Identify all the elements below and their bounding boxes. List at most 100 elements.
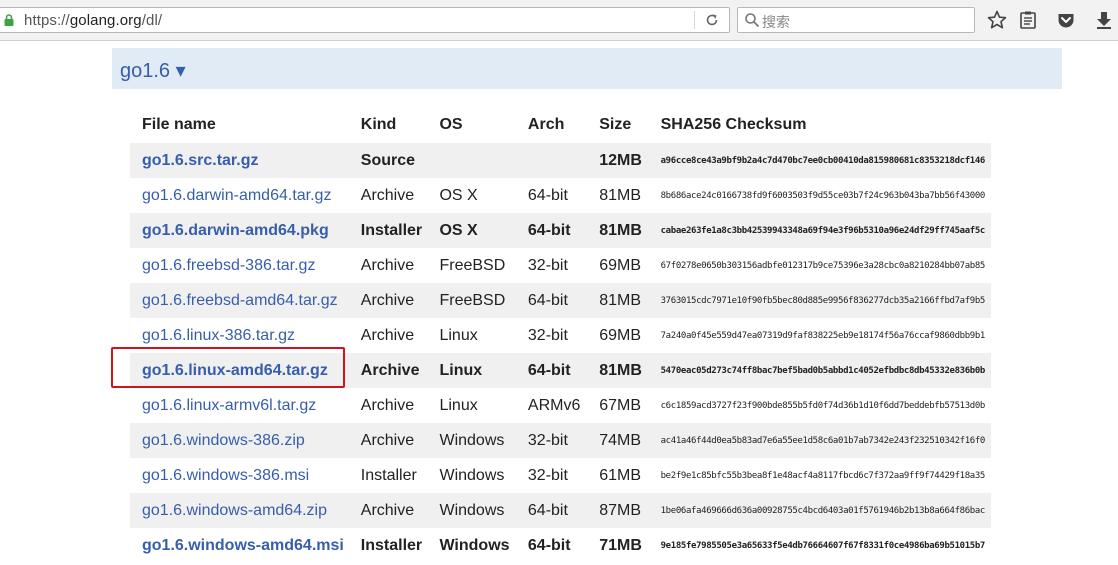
lock-icon — [4, 14, 14, 26]
arch-cell: 32-bit — [515, 423, 588, 458]
size-cell: 81MB — [587, 283, 649, 318]
kind-cell: Source — [348, 143, 428, 178]
os-cell: Linux — [427, 353, 516, 388]
arch-cell: 32-bit — [527, 256, 568, 274]
url-host: golang.org — [69, 12, 142, 29]
file-link[interactable]: go1.6.windows-amd64.msi — [130, 528, 349, 563]
os-cell: Linux — [439, 396, 478, 414]
checksum-cell: 9e185fe7985505e3a65633f5e4db76664607f67f… — [660, 540, 986, 551]
table-header-row: File name Kind OS Arch Size SHA256 Check… — [130, 107, 991, 143]
arch-cell: 32-bit — [527, 326, 568, 344]
pocket-icon[interactable] — [1055, 9, 1077, 31]
arch-cell: 64-bit — [527, 186, 568, 204]
kind-cell: Archive — [348, 493, 428, 528]
checksum-cell: 3763015cdc7971e10f90fb5bec80d885e9956f83… — [648, 283, 991, 318]
size-cell: 67MB — [599, 396, 642, 414]
reading-list-icon[interactable] — [1017, 9, 1039, 31]
file-link[interactable]: go1.6.darwin-amd64.pkg — [130, 213, 349, 248]
kind-cell: Archive — [348, 423, 428, 458]
file-link[interactable]: go1.6.windows-386.zip — [130, 423, 349, 458]
file-link[interactable]: go1.6.darwin-amd64.tar.gz — [130, 178, 349, 213]
downloads-table: File name Kind OS Arch Size SHA256 Check… — [130, 107, 991, 563]
table-row: go1.6.freebsd-amd64.tar.gz Archive FreeBSD… — [130, 283, 991, 318]
kind-cell: Installer — [360, 536, 423, 554]
header-kind: Kind — [360, 116, 397, 133]
browser-toolbar: https://golang.org/dl/ 搜索 — [0, 0, 1118, 41]
size-cell: 69MB — [599, 326, 642, 344]
header-size: Size — [599, 116, 632, 133]
release-header[interactable]: go1.6 ▾ — [112, 48, 1062, 89]
size-cell: 81MB — [587, 213, 649, 248]
arch-cell: 64-bit — [515, 353, 588, 388]
os-cell: Windows — [439, 466, 505, 484]
size-cell: 12MB — [587, 143, 649, 178]
size-cell: 74MB — [587, 423, 649, 458]
arch-cell: 32-bit — [527, 466, 568, 484]
arch-cell: ARMv6 — [527, 396, 581, 414]
size-cell: 71MB — [599, 536, 642, 554]
os-cell: FreeBSD — [439, 256, 506, 274]
os-cell: Linux — [439, 326, 478, 344]
size-cell: 61MB — [599, 466, 642, 484]
search-icon — [745, 13, 760, 28]
os-cell: OS X — [427, 213, 516, 248]
os-cell: Windows — [439, 536, 510, 554]
header-file-name: File name — [142, 116, 216, 133]
checksum-cell: 67f0278e0650b303156adbfe012317b9ce75396e… — [660, 260, 986, 271]
kind-cell: Archive — [360, 186, 415, 204]
table-row: go1.6.freebsd-386.tar.gz Archive FreeBSD 32… — [130, 248, 991, 283]
os-cell — [427, 143, 516, 178]
checksum-cell: 8b686ace24c0166738fd9f6003503f9d55ce03b7… — [660, 190, 986, 201]
file-link[interactable]: go1.6.windows-amd64.zip — [130, 493, 349, 528]
kind-cell: Installer — [348, 213, 428, 248]
checksum-cell: a96cce8ce43a9bf9b2a4c7d470bc7ee0cb00410d… — [648, 143, 991, 178]
bookmark-star-icon[interactable] — [986, 9, 1008, 31]
url-path: /dl/ — [141, 12, 163, 29]
table-row: go1.6.linux-armv6l.tar.gz Archive Linux ARM… — [130, 388, 991, 423]
search-placeholder: 搜索 — [762, 14, 790, 30]
highlight-box — [111, 347, 345, 388]
table-row: go1.6.src.tar.gz Source 12MB a96cce8ce43a9b… — [130, 143, 991, 178]
checksum-cell: cabae263fe1a8c3bb42539943348a69f94e3f96b… — [648, 213, 991, 248]
download-icon[interactable] — [1093, 9, 1115, 31]
file-link[interactable]: go1.6.freebsd-386.tar.gz — [130, 248, 349, 283]
size-cell: 87MB — [587, 493, 649, 528]
os-cell: OS X — [439, 186, 478, 204]
arch-cell: 64-bit — [515, 213, 588, 248]
header-arch: Arch — [527, 116, 565, 133]
checksum-cell: 7a240a0f45e559d47ea07319d9faf838225eb9e1… — [660, 330, 986, 341]
table-row: go1.6.darwin-amd64.pkg Installer OS X 64-bi… — [130, 213, 991, 248]
table-row: go1.6.windows-386.msi Installer Windows 32-… — [130, 458, 991, 493]
arch-cell: 64-bit — [527, 536, 571, 554]
os-cell: Windows — [427, 493, 516, 528]
checksum-cell: 1be06afa469666d636a00928755c4bcd6403a01f… — [648, 493, 991, 528]
arch-cell: 64-bit — [515, 283, 588, 318]
file-link[interactable]: go1.6.windows-386.msi — [130, 458, 349, 493]
arch-cell: 64-bit — [515, 493, 588, 528]
kind-cell: Archive — [360, 396, 415, 414]
table-row: go1.6.windows-amd64.zip Archive Windows 64-… — [130, 493, 991, 528]
kind-cell: Archive — [360, 256, 415, 274]
release-title[interactable]: go1.6 ▾ — [120, 58, 186, 83]
url-divider — [694, 11, 695, 29]
kind-cell: Archive — [360, 326, 415, 344]
address-bar[interactable]: https://golang.org/dl/ — [0, 7, 730, 33]
size-cell: 69MB — [599, 256, 642, 274]
kind-cell: Archive — [348, 283, 428, 318]
reload-icon[interactable] — [703, 11, 721, 29]
checksum-cell: ac41a46f44d0ea5b83ad7e6a55ee1d58c6a01b7a… — [648, 423, 991, 458]
checksum-cell: be2f9e1c85bfc55b3bea8f1e48acf4a8117fbcd6… — [660, 470, 986, 481]
os-cell: FreeBSD — [427, 283, 516, 318]
table-row: go1.6.windows-amd64.msi Installer Windows 6… — [130, 528, 991, 563]
file-link[interactable]: go1.6.linux-armv6l.tar.gz — [130, 388, 349, 423]
file-link[interactable]: go1.6.src.tar.gz — [130, 143, 349, 178]
table-row: go1.6.darwin-amd64.tar.gz Archive OS X 64-b… — [130, 178, 991, 213]
url-text[interactable]: https://golang.org/dl/ — [24, 12, 162, 29]
os-cell: Windows — [427, 423, 516, 458]
arch-cell — [515, 143, 588, 178]
search-box[interactable]: 搜索 — [737, 7, 975, 33]
url-scheme: https:// — [24, 12, 70, 29]
file-link[interactable]: go1.6.freebsd-amd64.tar.gz — [130, 283, 349, 318]
checksum-cell: 5470eac05d273c74ff8bac7bef5bad0b5abbd1c4… — [648, 353, 991, 388]
table-row: go1.6.windows-386.zip Archive Windows 32-bi… — [130, 423, 991, 458]
